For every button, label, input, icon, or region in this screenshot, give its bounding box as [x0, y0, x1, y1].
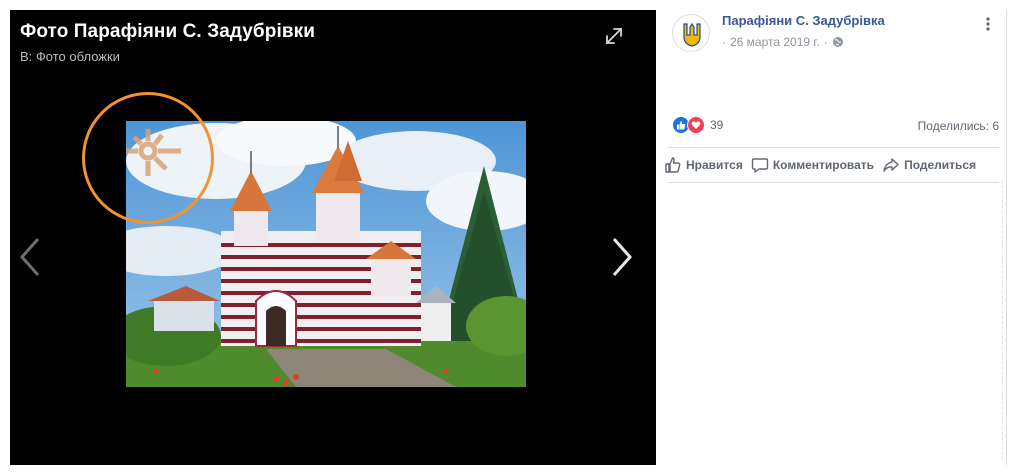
globe-icon — [832, 37, 843, 47]
divider — [668, 182, 999, 183]
share-button[interactable]: Поделиться — [882, 156, 976, 174]
chevron-left-icon[interactable] — [18, 235, 42, 279]
like-button[interactable]: Нравится — [664, 156, 743, 174]
meta-dot: · — [722, 35, 726, 49]
meta-dot: · — [823, 35, 828, 49]
share-label: Поделиться — [904, 158, 977, 172]
post-actions: Нравится Комментировать Поделиться — [664, 156, 984, 174]
divider — [668, 147, 999, 148]
post-date[interactable]: 26 марта 2019 г. — [730, 35, 820, 49]
page-avatar[interactable] — [672, 14, 710, 52]
post-panel: Парафіяни С. Задубрівка · 26 марта 2019 … — [656, 10, 1007, 465]
comment-label: Комментировать — [772, 158, 875, 172]
scrollbar-track[interactable] — [1002, 180, 1006, 460]
more-vertical-icon[interactable] — [980, 16, 996, 32]
trident-icon — [676, 18, 708, 50]
share-icon — [883, 158, 899, 172]
thumbs-up-icon — [665, 157, 681, 173]
comment-button[interactable]: Комментировать — [751, 156, 874, 174]
post-meta: · 26 марта 2019 г. · — [722, 35, 844, 49]
church-photo[interactable] — [126, 121, 526, 387]
page-name-link[interactable]: Парафіяни С. Задубрівка — [722, 13, 885, 28]
album-subtitle[interactable]: В: Фото обложки — [20, 49, 120, 64]
album-title[interactable]: Фото Парафіяни С. Задубрівки — [20, 21, 315, 43]
chevron-right-icon[interactable] — [610, 235, 634, 279]
comment-icon — [751, 158, 769, 173]
photo-viewer: Фото Парафіяни С. Задубрівки В: Фото обл… — [10, 10, 656, 465]
photo-theater: Фото Парафіяни С. Задубрівки В: Фото обл… — [0, 0, 1017, 475]
reaction-count: 39 — [710, 118, 724, 132]
heart-icon — [687, 116, 705, 134]
expand-icon[interactable] — [603, 25, 625, 47]
like-label: Нравится — [686, 158, 743, 172]
reactions-summary[interactable]: 39 — [672, 116, 723, 134]
shares-count[interactable]: Поделились: 6 — [918, 119, 999, 133]
